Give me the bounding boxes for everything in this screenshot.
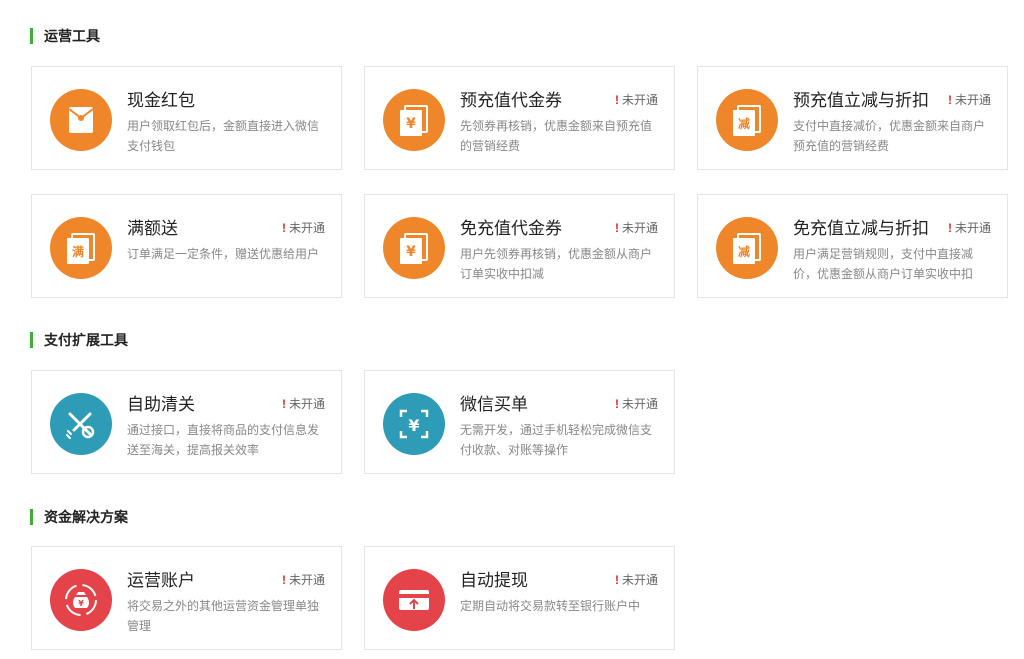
card-description: 订单满足一定条件，赠送优惠给用户 bbox=[127, 247, 320, 261]
svg-text:减: 减 bbox=[738, 244, 750, 259]
status-label: 未开通 bbox=[621, 573, 658, 587]
scan-yuan-icon: ¥ bbox=[383, 393, 445, 455]
card-description: 定期自动将交易款转至银行账户中 bbox=[460, 599, 641, 613]
card-title: 预充值立减与折扣 bbox=[793, 91, 929, 110]
yuan-voucher-icon: ¥ bbox=[383, 217, 445, 279]
card-status: ! 未开通 bbox=[282, 395, 325, 412]
status-label: 未开通 bbox=[288, 221, 325, 235]
status-label: 未开通 bbox=[954, 221, 991, 235]
card-title: 免充值代金券 bbox=[460, 219, 562, 238]
card-description: 将交易之外的其他运营资金管理单独管理 bbox=[127, 599, 320, 633]
card-auto-withdraw[interactable]: 自动提现 ! 未开通 定期自动将交易款转至银行账户中 bbox=[364, 546, 675, 650]
status-alert-icon: ! bbox=[947, 221, 952, 235]
card-title: 自助清关 bbox=[127, 395, 195, 414]
status-alert-icon: ! bbox=[281, 397, 286, 411]
status-label: 未开通 bbox=[621, 221, 658, 235]
card-wechat-pay-bill[interactable]: ¥ 微信买单 ! 未开通 无需开发，通过手机轻松完成微信支付收款、对账等操作 bbox=[364, 370, 675, 474]
card-status: ! 未开通 bbox=[948, 219, 991, 236]
card-description: 先领券再核销，优惠金额来自预充值的营销经费 bbox=[460, 119, 653, 153]
svg-text:¥: ¥ bbox=[78, 599, 84, 608]
card-title: 自动提现 bbox=[460, 571, 528, 590]
card-title: 满额送 bbox=[127, 219, 178, 238]
status-alert-icon: ! bbox=[614, 93, 619, 107]
card-status: ! 未开通 bbox=[615, 219, 658, 236]
status-label: 未开通 bbox=[621, 93, 658, 107]
customs-clearance-icon bbox=[50, 393, 112, 455]
section-title-operations: 运营工具 bbox=[30, 28, 100, 44]
status-alert-icon: ! bbox=[614, 397, 619, 411]
card-full-amount-gift[interactable]: 满 满额送 ! 未开通 订单满足一定条件，赠送优惠给用户 bbox=[31, 194, 342, 298]
card-description: 用户领取红包后，金额直接进入微信支付钱包 bbox=[127, 119, 320, 153]
section-title-fund-solutions: 资金解决方案 bbox=[30, 509, 128, 525]
card-title: 现金红包 bbox=[127, 91, 195, 110]
card-status: ! 未开通 bbox=[615, 571, 658, 588]
full-gift-voucher-icon: 满 bbox=[50, 217, 112, 279]
card-status: ! 未开通 bbox=[615, 395, 658, 412]
status-label: 未开通 bbox=[288, 397, 325, 411]
card-self-customs-clearance[interactable]: 自助清关 ! 未开通 通过接口，直接将商品的支付信息发送至海关，提高报关效率 bbox=[31, 370, 342, 474]
card-title: 免充值立减与折扣 bbox=[793, 219, 929, 238]
card-status: ! 未开通 bbox=[282, 219, 325, 236]
status-alert-icon: ! bbox=[947, 93, 952, 107]
card-title: 预充值代金券 bbox=[460, 91, 562, 110]
marketing-tools-page: 运营工具 现金红包 用户领取红包后，金额直接进入微信支付钱包 ¥ 预充值代金券 … bbox=[0, 0, 1024, 659]
red-envelope-icon bbox=[50, 89, 112, 151]
svg-text:满: 满 bbox=[72, 244, 84, 259]
status-alert-icon: ! bbox=[281, 573, 286, 587]
card-description: 支付中直接减价，优惠金额来自商户预充值的营销经费 bbox=[793, 119, 986, 153]
svg-text:¥: ¥ bbox=[406, 244, 416, 260]
status-label: 未开通 bbox=[288, 573, 325, 587]
svg-text:¥: ¥ bbox=[406, 116, 416, 132]
svg-text:减: 减 bbox=[738, 116, 750, 131]
card-no-prepaid-discount[interactable]: 减 免充值立减与折扣 ! 未开通 用户满足营销规则，支付中直接减价，优惠金额从商户… bbox=[697, 194, 1008, 298]
bank-card-withdraw-icon bbox=[383, 569, 445, 631]
yuan-voucher-icon: ¥ bbox=[383, 89, 445, 151]
discount-voucher-icon: 减 bbox=[716, 217, 778, 279]
card-operating-account[interactable]: ¥ 运营账户 ! 未开通 将交易之外的其他运营资金管理单独管理 bbox=[31, 546, 342, 650]
status-alert-icon: ! bbox=[614, 221, 619, 235]
card-no-prepaid-voucher[interactable]: ¥ 免充值代金券 ! 未开通 用户先领券再核销，优惠金额从商户订单实收中扣减 bbox=[364, 194, 675, 298]
card-description: 用户满足营销规则，支付中直接减价，优惠金额从商户订单实收中扣 bbox=[793, 247, 974, 281]
card-title: 微信买单 bbox=[460, 395, 528, 414]
card-title: 运营账户 bbox=[127, 571, 195, 590]
card-description: 通过接口，直接将商品的支付信息发送至海关，提高报关效率 bbox=[127, 423, 320, 457]
status-alert-icon: ! bbox=[614, 573, 619, 587]
card-prepaid-discount[interactable]: 减 预充值立减与折扣 ! 未开通 支付中直接减价，优惠金额来自商户预充值的营销经费 bbox=[697, 66, 1008, 170]
card-prepaid-voucher[interactable]: ¥ 预充值代金券 ! 未开通 先领券再核销，优惠金额来自预充值的营销经费 bbox=[364, 66, 675, 170]
status-label: 未开通 bbox=[954, 93, 991, 107]
discount-voucher-icon: 减 bbox=[716, 89, 778, 151]
card-status: ! 未开通 bbox=[948, 91, 991, 108]
status-label: 未开通 bbox=[621, 397, 658, 411]
money-bag-account-icon: ¥ bbox=[50, 569, 112, 631]
card-status: ! 未开通 bbox=[615, 91, 658, 108]
card-cash-red-packet[interactable]: 现金红包 用户领取红包后，金额直接进入微信支付钱包 bbox=[31, 66, 342, 170]
section-title-payment-extensions: 支付扩展工具 bbox=[30, 332, 128, 348]
svg-text:¥: ¥ bbox=[408, 416, 419, 435]
card-status: ! 未开通 bbox=[282, 571, 325, 588]
card-description: 无需开发，通过手机轻松完成微信支付收款、对账等操作 bbox=[460, 423, 653, 457]
card-description: 用户先领券再核销，优惠金额从商户订单实收中扣减 bbox=[460, 247, 653, 281]
status-alert-icon: ! bbox=[281, 221, 286, 235]
